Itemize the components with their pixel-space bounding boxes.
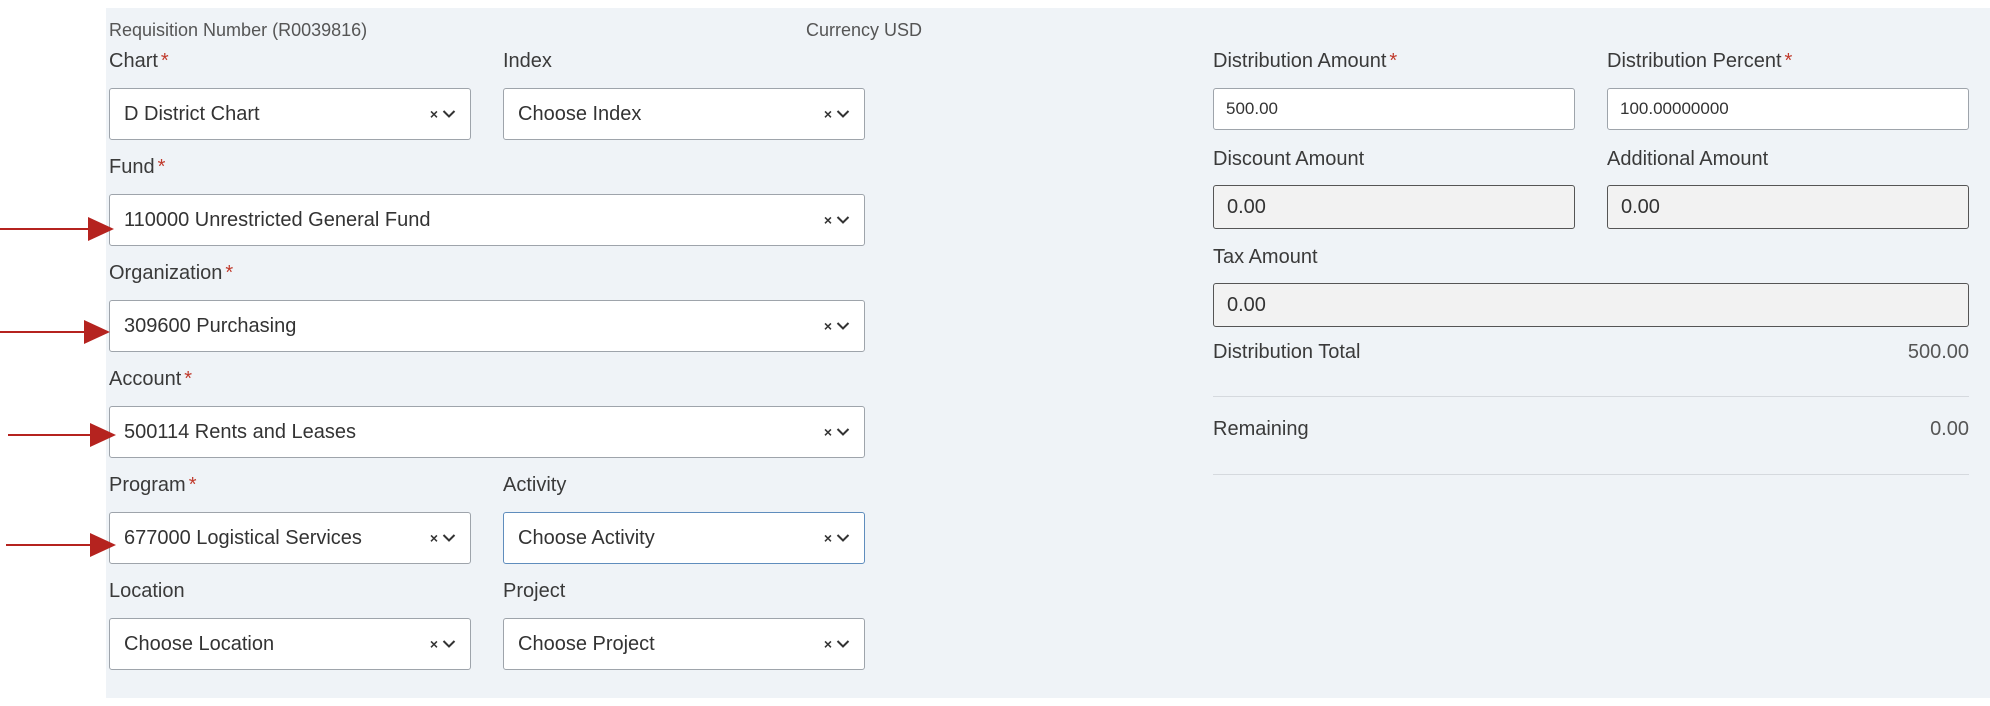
activity-label: Activity	[503, 474, 567, 496]
index-select[interactable]: Choose Index ×	[503, 88, 865, 140]
accounting-distribution-panel: Requisition Number (R0039816) Currency U…	[106, 8, 1990, 698]
location-select-value: Choose Location	[124, 633, 275, 655]
arrow-right-icon	[8, 423, 116, 447]
required-marker: *	[184, 368, 193, 390]
distribution-total-label: Distribution Total	[1213, 341, 1361, 363]
distribution-amount-label: Distribution Amount *	[1213, 50, 1398, 72]
location-select[interactable]: Choose Location ×	[109, 618, 471, 670]
distribution-percent-label: Distribution Percent *	[1607, 50, 1793, 72]
divider	[1213, 474, 1969, 475]
tax-amount-label: Tax Amount	[1213, 246, 1318, 268]
account-label: Account *	[109, 368, 193, 390]
chevron-down-icon[interactable]	[836, 533, 850, 543]
organization-select-value: 309600 Purchasing	[124, 315, 297, 337]
activity-select[interactable]: Choose Activity ×	[503, 512, 865, 564]
account-select-value: 500114 Rents and Leases	[124, 421, 357, 443]
clear-icon[interactable]: ×	[824, 531, 832, 545]
clear-icon[interactable]: ×	[824, 425, 832, 439]
required-marker: *	[225, 262, 234, 284]
chevron-down-icon[interactable]	[442, 109, 456, 119]
location-label: Location	[109, 580, 185, 602]
chevron-down-icon[interactable]	[442, 533, 456, 543]
required-marker: *	[1784, 50, 1793, 72]
organization-select[interactable]: 309600 Purchasing ×	[109, 300, 865, 352]
chevron-down-icon[interactable]	[836, 321, 850, 331]
chevron-down-icon[interactable]	[836, 639, 850, 649]
clear-icon[interactable]: ×	[824, 319, 832, 333]
arrow-right-icon	[0, 320, 110, 344]
clear-icon[interactable]: ×	[824, 637, 832, 651]
remaining-value: 0.00	[1930, 418, 1969, 440]
chevron-down-icon[interactable]	[836, 427, 850, 437]
fund-select[interactable]: 110000 Unrestricted General Fund ×	[109, 194, 865, 246]
arrow-right-icon	[6, 533, 116, 557]
tax-amount-field: 0.00	[1213, 283, 1969, 327]
chevron-down-icon[interactable]	[836, 109, 850, 119]
fund-label: Fund *	[109, 156, 166, 178]
chevron-down-icon[interactable]	[836, 215, 850, 225]
required-marker: *	[1389, 50, 1398, 72]
clear-icon[interactable]: ×	[430, 531, 438, 545]
activity-select-value: Choose Activity	[518, 527, 655, 549]
remaining-label: Remaining	[1213, 418, 1309, 440]
discount-amount-label: Discount Amount	[1213, 148, 1365, 170]
project-label: Project	[503, 580, 566, 602]
index-select-value: Choose Index	[518, 103, 642, 125]
clear-icon[interactable]: ×	[824, 213, 832, 227]
chart-select[interactable]: D District Chart ×	[109, 88, 471, 140]
requisition-number: Requisition Number (R0039816)	[109, 20, 368, 40]
required-marker: *	[157, 156, 166, 178]
fund-select-value: 110000 Unrestricted General Fund	[124, 209, 431, 231]
project-select[interactable]: Choose Project ×	[503, 618, 865, 670]
distribution-percent-input[interactable]	[1607, 88, 1969, 130]
index-label: Index	[503, 50, 552, 72]
project-select-value: Choose Project	[518, 633, 655, 655]
chevron-down-icon[interactable]	[442, 639, 456, 649]
required-marker: *	[188, 474, 197, 496]
clear-icon[interactable]: ×	[824, 107, 832, 121]
arrow-right-icon	[0, 217, 114, 241]
distribution-total-value: 500.00	[1907, 341, 1969, 363]
required-marker: *	[160, 50, 169, 72]
currency-label: Currency USD	[806, 20, 923, 40]
program-select[interactable]: 677000 Logistical Services ×	[109, 512, 471, 564]
program-label: Program *	[109, 474, 197, 496]
additional-amount-label: Additional Amount	[1607, 148, 1769, 170]
divider	[1213, 396, 1969, 397]
chart-select-value: D District Chart	[124, 103, 260, 125]
account-select[interactable]: 500114 Rents and Leases ×	[109, 406, 865, 458]
organization-label: Organization *	[109, 262, 234, 284]
clear-icon[interactable]: ×	[430, 637, 438, 651]
program-select-value: 677000 Logistical Services	[124, 527, 362, 549]
additional-amount-field: 0.00	[1607, 185, 1969, 229]
discount-amount-field: 0.00	[1213, 185, 1575, 229]
chart-label: Chart *	[109, 50, 169, 72]
distribution-amount-input[interactable]	[1213, 88, 1575, 130]
clear-icon[interactable]: ×	[430, 107, 438, 121]
